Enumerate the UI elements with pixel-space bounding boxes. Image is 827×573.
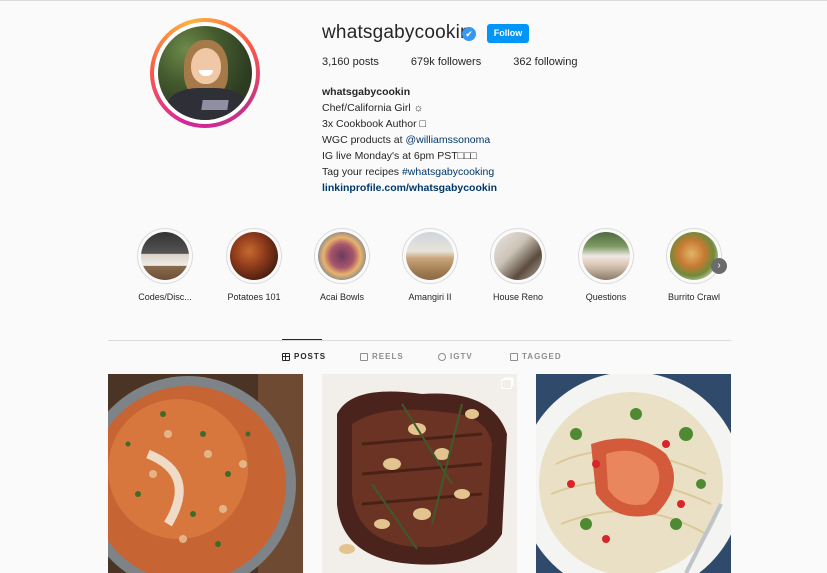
profile-username: whatsgabycookin: [322, 22, 471, 43]
highlight-cover: [230, 232, 278, 280]
highlight-amangiri[interactable]: Amangiri II: [385, 228, 475, 302]
post-image: [322, 374, 517, 573]
website-link[interactable]: linkinprofile.com/whatsgabycookin: [322, 182, 497, 194]
profile-avatar[interactable]: [150, 18, 260, 128]
next-arrow-icon[interactable]: ›: [711, 258, 727, 274]
tab-reels[interactable]: REELS: [360, 352, 404, 361]
highlight-label: Codes/Disc...: [138, 292, 192, 302]
bio-line: IG live Monday's at 6pm PST□□□: [322, 150, 477, 162]
highlight-potatoes[interactable]: Potatoes 101: [209, 228, 299, 302]
tab-posts[interactable]: POSTS: [282, 352, 326, 361]
highlight-label: House Reno: [492, 292, 544, 302]
highlight-label: Potatoes 101: [227, 292, 281, 302]
hashtag-link[interactable]: #whatsgabycooking: [402, 166, 494, 178]
highlight-cover: [141, 232, 189, 280]
highlight-house-reno[interactable]: House Reno: [473, 228, 563, 302]
verified-badge-icon: ✔: [462, 27, 476, 41]
bio-line: Chef/California Girl ☼: [322, 102, 424, 114]
post-image: [536, 374, 731, 573]
highlight-cover: [582, 232, 630, 280]
highlight-acai[interactable]: Acai Bowls: [297, 228, 387, 302]
profile-stats: 3,160 posts 679k followers 362 following: [322, 56, 609, 68]
profile-bio: whatsgabycookin Chef/California Girl ☼ 3…: [322, 84, 497, 196]
williamssonoma-link[interactable]: @williamssonoma: [405, 134, 490, 146]
highlight-cover: [494, 232, 542, 280]
reels-icon: [360, 352, 368, 361]
top-border: [0, 0, 827, 1]
bio-line: 3x Cookbook Author □: [322, 118, 426, 130]
highlight-label: Amangiri II: [408, 292, 452, 302]
highlight-cover: [670, 232, 718, 280]
highlight-cover: [406, 232, 454, 280]
carousel-icon: [501, 379, 512, 389]
grid-icon: [282, 352, 290, 361]
following-count[interactable]: 362 following: [513, 56, 577, 68]
tab-igtv[interactable]: IGTV: [438, 352, 473, 361]
post-thumbnail[interactable]: [108, 374, 303, 573]
highlight-label: Questions: [585, 292, 627, 302]
highlight-label: Burrito Crawl: [667, 292, 720, 302]
tabs-divider: [108, 340, 731, 341]
highlight-cover: [318, 232, 366, 280]
active-tab-indicator: [282, 339, 322, 340]
highlight-codes[interactable]: Codes/Disc...: [120, 228, 210, 302]
avatar-photo: [158, 26, 252, 120]
follow-button[interactable]: Follow: [487, 24, 529, 43]
followers-count[interactable]: 679k followers: [411, 56, 481, 68]
igtv-icon: [438, 352, 446, 361]
post-thumbnail[interactable]: [536, 374, 731, 573]
bio-name: whatsgabycookin: [322, 86, 411, 98]
tab-tagged[interactable]: TAGGED: [510, 352, 562, 361]
highlight-label: Acai Bowls: [319, 292, 364, 302]
highlight-questions[interactable]: Questions: [561, 228, 651, 302]
posts-count: 3,160 posts: [322, 56, 379, 68]
tagged-icon: [510, 352, 518, 361]
bio-line: WGC products at @williamssonoma: [322, 134, 491, 146]
bio-line: Tag your recipes #whatsgabycooking: [322, 166, 495, 178]
post-image: [108, 374, 303, 573]
post-thumbnail[interactable]: [322, 374, 517, 573]
